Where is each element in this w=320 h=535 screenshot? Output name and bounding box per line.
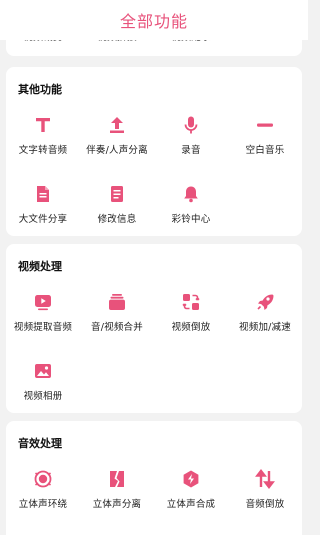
item-label: 空白音乐 — [245, 145, 285, 156]
video-reverse-button[interactable]: 视频倒放 — [154, 288, 228, 357]
swap-arrows-icon — [254, 468, 276, 490]
upload-icon — [106, 114, 128, 136]
microphone-icon — [180, 114, 202, 136]
item-label: 视频相册 — [23, 391, 63, 402]
video-speed-button[interactable]: 视频加/减速 — [228, 288, 302, 357]
split-icon — [106, 468, 128, 490]
large-file-share-button[interactable]: 大文件分享 — [6, 180, 80, 249]
ringtone-center-button[interactable]: 彩铃中心 — [154, 180, 228, 249]
item-label: 立体声合成 — [166, 499, 216, 510]
item-label: 音频倒放 — [245, 499, 285, 510]
section-title: 视频处理 — [18, 260, 62, 273]
record-button[interactable]: 录音 — [154, 111, 228, 180]
blank-music-button[interactable]: 空白音乐 — [228, 111, 302, 180]
section-title: 其他功能 — [18, 83, 62, 96]
minus-icon — [254, 114, 276, 136]
item-label: 文字转音频 — [18, 145, 68, 156]
stereo-surround-button[interactable]: 立体声环绕 — [6, 465, 80, 534]
play-video-icon — [32, 291, 54, 313]
item-label: 伴奏/人声分离 — [86, 145, 148, 156]
bell-icon — [180, 183, 202, 205]
item-label: 立体声分离 — [92, 499, 142, 510]
edit-info-button[interactable]: 修改信息 — [80, 180, 154, 249]
document-icon — [106, 183, 128, 205]
item-label: 视频倒放 — [171, 322, 211, 333]
page-header: 全部功能 — [0, 0, 308, 40]
stereo-split-button[interactable]: 立体声分离 — [80, 465, 154, 534]
merge-icon — [180, 468, 202, 490]
item-label: 音/视频合并 — [91, 322, 143, 333]
item-label: 大文件分享 — [18, 214, 68, 225]
video-extract-audio-button[interactable]: 视频提取音频 — [6, 288, 80, 357]
text-icon — [32, 114, 54, 136]
section-other-functions: 其他功能 文字转音频 伴奏/人声分离 录音 空白音乐 大文件分享 修改信息 彩铃… — [6, 67, 302, 236]
item-label: 视频加/减速 — [239, 322, 291, 333]
vocal-separation-button[interactable]: 伴奏/人声分离 — [80, 111, 154, 180]
surround-icon — [32, 468, 54, 490]
item-label: 视频提取音频 — [13, 322, 73, 333]
item-label: 彩铃中心 — [171, 214, 211, 225]
item-label: 修改信息 — [97, 214, 137, 225]
page-title: 全部功能 — [119, 12, 188, 31]
item-label: 录音 — [181, 145, 201, 156]
stereo-merge-button[interactable]: 立体声合成 — [154, 465, 228, 534]
section-audio-effects: 音效处理 立体声环绕 立体声分离 立体声合成 音频倒放 — [6, 421, 302, 535]
text-to-audio-button[interactable]: 文字转音频 — [6, 111, 80, 180]
section-title: 音效处理 — [18, 437, 62, 450]
item-label: 立体声环绕 — [18, 499, 68, 510]
video-album-button[interactable]: 视频相册 — [6, 357, 80, 426]
reverse-icon — [180, 291, 202, 313]
file-icon — [32, 183, 54, 205]
audio-reverse-button[interactable]: 音频倒放 — [228, 465, 302, 534]
audio-video-merge-button[interactable]: 音/视频合并 — [80, 288, 154, 357]
section-video-processing: 视频处理 视频提取音频 音/视频合并 视频倒放 视频加/减速 视频相册 — [6, 244, 302, 413]
stack-icon — [106, 291, 128, 313]
photo-icon — [32, 360, 54, 382]
rocket-icon — [254, 291, 276, 313]
